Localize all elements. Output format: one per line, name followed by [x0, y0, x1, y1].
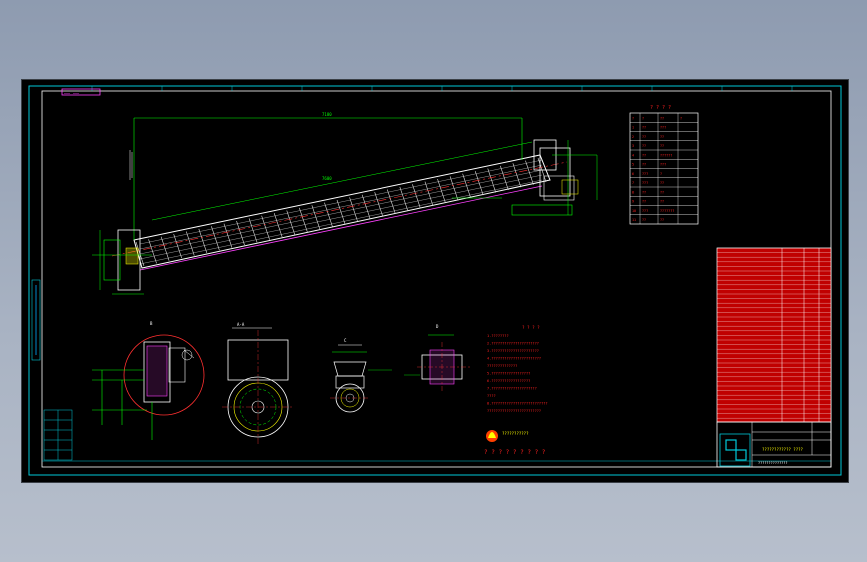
- note-line: ??????????????: [487, 364, 517, 368]
- section-view-c: C: [330, 338, 392, 413]
- spec-cell: ???: [660, 126, 666, 130]
- spec-cell: ??: [660, 144, 664, 148]
- footer-text: ? ? ? ? ? ? ? ? ?: [484, 449, 546, 456]
- spec-cell: ??: [660, 218, 664, 222]
- notes-title: ? ? ? ?: [522, 325, 540, 330]
- spec-cell: 7: [632, 181, 634, 185]
- note-line: 8.??????????????????????????: [487, 402, 548, 406]
- note-line: 5.??????????????????: [487, 372, 530, 376]
- spec-cell: 1: [632, 126, 634, 130]
- spec-cell: ??: [642, 153, 646, 157]
- spec-cell: ??: [642, 126, 646, 130]
- spec-cell: ?: [680, 116, 682, 120]
- spec-cell: ??: [642, 218, 646, 222]
- spec-cell: ???: [642, 181, 648, 185]
- dim-length: 7180: [322, 112, 332, 117]
- spec-cell: ??: [642, 200, 646, 204]
- spec-cell: ???: [660, 163, 666, 167]
- spec-cell: ???????: [660, 209, 674, 213]
- spec-cell: 3: [632, 144, 634, 148]
- spec-cell: ??: [660, 200, 664, 204]
- spec-cell: ??: [642, 135, 646, 139]
- title-block-drawing-no: ??????????????: [758, 461, 788, 465]
- detail-view-b: B: [92, 321, 205, 440]
- spec-cell: 2: [632, 135, 634, 139]
- feed-end: [92, 229, 152, 295]
- inner-frame: [41, 90, 832, 468]
- spec-cell: ???: [642, 172, 648, 176]
- spec-table: ? ? ? ? ???? ?1?? ???2?? ??3?? ??4?? ??????5?…: [629, 105, 699, 225]
- logo-caption: ???????????: [502, 431, 529, 436]
- screw-conveyor-main-view: 7180 7600: [92, 112, 598, 295]
- discharge-end: [452, 139, 598, 216]
- spec-cell: 10: [632, 209, 636, 213]
- cad-viewport[interactable]: —— —— 7180 7600 ? ? ? ? ? ? ?? ? 1 ?? ??…: [21, 79, 849, 483]
- top-marker-text: —— ——: [64, 91, 80, 97]
- spec-cell: 6: [632, 172, 634, 176]
- section-view-a-a: A-A: [222, 322, 294, 445]
- spec-cell: ???: [642, 209, 648, 213]
- revision-block: [43, 409, 73, 461]
- spec-cell: 8: [632, 190, 634, 194]
- note-line: ?????????????????????????: [487, 409, 541, 413]
- note-line: 3.??????????????????????: [487, 349, 539, 353]
- note-line: 2.??????????????????????: [487, 342, 539, 346]
- spec-cell: ??: [660, 190, 664, 194]
- section-view-d: D: [404, 324, 470, 392]
- spec-cell: ??: [642, 144, 646, 148]
- spec-cell: ??: [642, 163, 646, 167]
- top-tick-marks: [91, 86, 793, 91]
- spec-cell: ??: [660, 135, 664, 139]
- spec-cell: ??: [660, 116, 664, 120]
- section-c-label: C: [344, 338, 347, 343]
- spec-cell: 9: [632, 200, 634, 204]
- spec-cell: ??: [660, 181, 664, 185]
- spec-cell: 11: [632, 218, 636, 222]
- spec-cell: 5: [632, 163, 634, 167]
- spec-cell: ?: [632, 116, 634, 120]
- spec-cell: ?: [642, 116, 644, 120]
- detail-b-label: B: [150, 321, 153, 326]
- spec-table-title: ? ? ? ?: [650, 105, 671, 111]
- note-line: 7.?????????????????????: [487, 387, 537, 391]
- spec-cell: ??: [642, 190, 646, 194]
- cad-drawing: —— —— 7180 7600 ? ? ? ? ? ? ?? ?1 ?? ???…: [28, 85, 842, 476]
- parts-list: [716, 247, 832, 423]
- note-line: ????: [487, 394, 496, 398]
- section-d-label: D: [436, 324, 439, 329]
- spec-cell: ?: [660, 172, 662, 176]
- title-block-company: ???????????? ????: [762, 447, 804, 452]
- note-line: 1.????????: [487, 334, 509, 338]
- spec-cell: ??????: [660, 153, 672, 157]
- dim-label-2: 7600: [322, 176, 332, 181]
- spec-cell: 4: [632, 153, 634, 157]
- section-a-label: A-A: [237, 322, 245, 327]
- vertical-dimension-text: [129, 150, 133, 180]
- note-line: 4.???????????????????????: [487, 357, 541, 361]
- technical-notes: ? ? ? ? 1.???????? 2.????????????????????…: [487, 325, 548, 413]
- company-logo: ???????????: [486, 430, 529, 442]
- title-block: ???????????? ???? ??????????????: [716, 421, 832, 468]
- note-line: 6.??????????????????: [487, 379, 530, 383]
